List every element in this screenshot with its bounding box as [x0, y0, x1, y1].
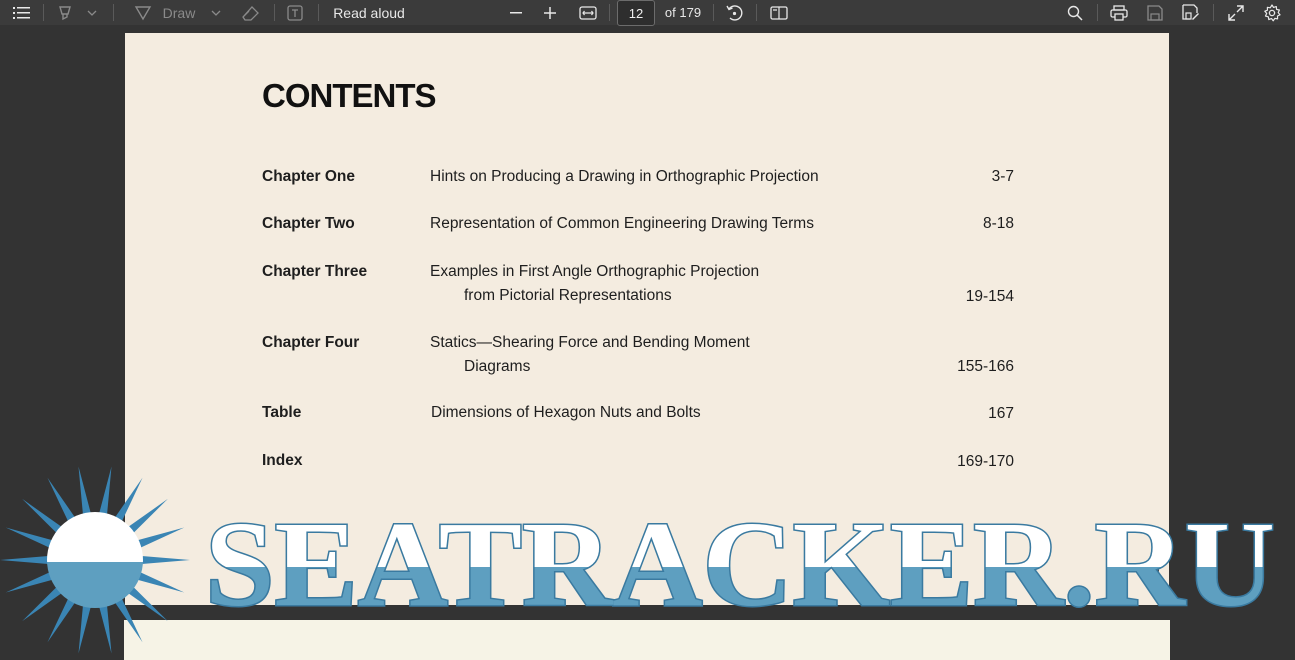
toc-pages: 169-170: [957, 453, 1014, 470]
save-as-icon[interactable]: [1180, 0, 1202, 25]
contents-list-icon[interactable]: [12, 0, 32, 25]
toolbar-divider: [113, 4, 114, 21]
draw-button[interactable]: Draw: [160, 0, 198, 25]
toolbar-divider: [274, 4, 275, 21]
read-aloud-button[interactable]: Read aloud: [333, 0, 405, 25]
toc-description-continued: from Pictorial Representations: [464, 287, 672, 304]
eraser-icon[interactable]: [240, 0, 262, 25]
highlight-chevron-down-icon[interactable]: [85, 0, 99, 25]
draw-icon[interactable]: [132, 0, 154, 25]
toc-pages: 167: [988, 405, 1014, 422]
toc-pages: 8-18: [982, 215, 1014, 232]
sun-ray: [5, 527, 56, 549]
toolbar-divider: [43, 4, 44, 21]
page-total-label: of 179: [664, 5, 702, 20]
toolbar-divider: [756, 4, 757, 21]
printed-page-number: 1: [1150, 561, 1165, 591]
search-icon[interactable]: [1064, 0, 1086, 25]
toc-description: Representation of Common Engineering Dra…: [430, 215, 814, 232]
text-box-icon[interactable]: [284, 0, 306, 25]
highlight-icon[interactable]: [55, 0, 75, 25]
toc-description: Dimensions of Hexagon Nuts and Bolts: [431, 404, 701, 421]
toolbar-divider: [318, 4, 319, 21]
contents-heading: CONTENTS: [262, 77, 436, 114]
zoom-out-icon[interactable]: [506, 0, 526, 25]
toc-description-continued: Diagrams: [464, 358, 531, 375]
toc-chapter: Index: [262, 452, 303, 469]
sun-ray: [47, 477, 77, 525]
toc-description: Hints on Producing a Drawing in Orthogra…: [430, 168, 819, 185]
settings-gear-icon[interactable]: [1261, 0, 1283, 25]
sun-ray: [22, 584, 65, 622]
sun-ray: [78, 466, 92, 518]
zoom-in-icon[interactable]: [540, 0, 560, 25]
sun-ray: [47, 595, 77, 643]
page-total: of 179: [663, 0, 703, 25]
draw-chevron-down-icon[interactable]: [209, 0, 223, 25]
toc-description: Statics—Shearing Force and Bending Momen…: [430, 334, 750, 351]
next-pdf-page: [124, 620, 1170, 660]
rotate-icon[interactable]: [723, 0, 745, 25]
sun-ray: [5, 571, 56, 593]
print-icon[interactable]: [1108, 0, 1130, 25]
toc-chapter: Chapter One: [262, 168, 356, 185]
toolbar-divider: [1213, 4, 1214, 21]
toc-pages: 19-154: [965, 288, 1014, 305]
page-number-input[interactable]: [617, 0, 655, 26]
sun-ray: [98, 602, 112, 654]
save-icon[interactable]: [1144, 0, 1166, 25]
read-aloud-label: Read aloud: [333, 4, 405, 21]
pdf-page: CONTENTS Chapter One Hints on Producing …: [125, 33, 1169, 605]
sun-ray: [98, 466, 112, 518]
toc-description: Examples in First Angle Orthographic Pro…: [430, 263, 760, 280]
toolbar-divider: [1097, 4, 1098, 21]
pdf-toolbar: Draw Read aloud of 179: [0, 0, 1295, 26]
fit-to-width-icon[interactable]: [577, 0, 599, 25]
sun-ray: [0, 555, 52, 565]
toc-chapter: Chapter Three: [262, 263, 368, 280]
sun-ray: [22, 498, 65, 536]
draw-label: Draw: [162, 4, 196, 21]
fullscreen-icon[interactable]: [1225, 0, 1247, 25]
toc-pages: 155-166: [957, 358, 1014, 375]
toc-pages: 3-7: [991, 168, 1014, 185]
toc-chapter: Table: [262, 404, 302, 421]
toolbar-divider: [609, 4, 610, 21]
sun-ray: [78, 602, 92, 654]
toolbar-divider: [713, 4, 714, 21]
toc-chapter: Chapter Two: [262, 215, 355, 232]
page-view-icon[interactable]: [768, 0, 790, 25]
toc-chapter: Chapter Four: [262, 334, 360, 351]
